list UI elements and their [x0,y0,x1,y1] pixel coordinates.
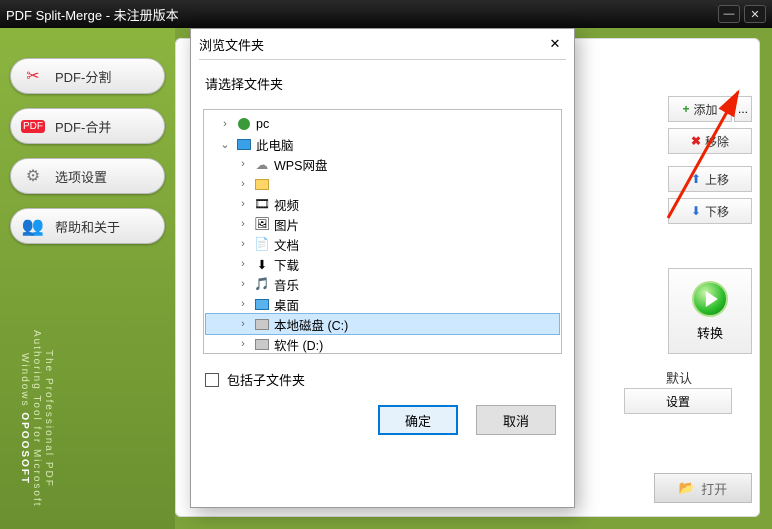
tree-node[interactable]: › ☁WPS网盘 [206,154,559,174]
folder-icon [254,176,270,192]
sidebar: ✂ PDF-分割 PDF PDF-合并 ⚙ 选项设置 👥 帮助和关于 The P… [0,28,175,529]
tree-node-label: 图片 [274,215,299,234]
disk-icon [254,336,270,352]
tree-node-label: pc [256,117,269,131]
convert-button[interactable]: 转换 [668,268,752,354]
minimize-button[interactable]: — [718,5,740,23]
tree-node-label: 文档 [274,235,299,254]
include-subfolders-row[interactable]: 包括子文件夹 [191,354,574,393]
add-more-button[interactable]: ... [734,96,752,122]
scissors-icon: ✂ [21,64,45,88]
sidebar-branding: The Professional PDF Authoring Tool for … [18,319,54,519]
arrow-down-icon: ⬇ [691,204,701,218]
sidebar-item-label: PDF-合并 [55,117,111,136]
checkbox-icon[interactable] [205,373,219,387]
expand-icon[interactable]: › [236,298,250,310]
open-button[interactable]: 📂 打开 [654,473,752,503]
sidebar-item-label: 选项设置 [55,167,107,186]
tree-node-label: 下载 [274,255,299,274]
expand-icon[interactable]: › [236,238,250,250]
tree-node-label: 桌面 [274,295,299,314]
tree-node[interactable]: › 本地磁盘 (C:) [206,314,559,334]
ok-button[interactable]: 确定 [378,405,458,435]
x-icon: ✖ [691,134,701,148]
titlebar: PDF Split-Merge - 未注册版本 — ✕ [0,0,772,28]
tree-node[interactable]: › 桌面 [206,294,559,314]
desktop-icon [254,296,270,312]
plus-icon: + [682,102,689,116]
sidebar-item-label: 帮助和关于 [55,217,120,236]
tree-node-label: 视频 [274,195,299,214]
music-icon: 🎵 [254,276,270,292]
sidebar-item-options[interactable]: ⚙ 选项设置 [10,158,165,194]
download-icon: ⬇ [254,256,270,272]
browse-folder-dialog: 浏览文件夹 ✕ 请选择文件夹 › pc ⌄ 此电脑 › ☁WPS网盘 › › 🎞视频 › 🖼图片 › 📄… [190,28,575,508]
expand-icon[interactable]: ⌄ [218,138,232,151]
dialog-prompt: 请选择文件夹 [191,60,574,101]
dialog-footer: 确定 取消 [191,393,574,451]
tree-node[interactable]: › 📄文档 [206,234,559,254]
gear-icon: ⚙ [21,164,45,188]
dialog-close-button[interactable]: ✕ [544,33,566,55]
cloud-icon: ☁ [254,156,270,172]
expand-icon[interactable]: › [236,158,250,170]
settings-button[interactable]: 设置 [624,388,732,414]
expand-icon[interactable]: › [218,118,232,130]
tree-node[interactable]: › 软件 (D:) [206,334,559,354]
expand-icon[interactable]: › [236,218,250,230]
sidebar-item-label: PDF-分割 [55,67,111,86]
dialog-title: 浏览文件夹 [199,35,544,54]
merge-icon: PDF [21,114,45,138]
folder-icon: 📂 [679,480,695,496]
tree-node[interactable]: › 🎵音乐 [206,274,559,294]
cancel-button[interactable]: 取消 [476,405,556,435]
image-icon: 🖼 [254,216,270,232]
tree-node-label: 音乐 [274,275,299,294]
help-icon: 👥 [21,214,45,238]
monitor-icon [236,136,252,152]
add-button[interactable]: + 添加 [668,96,732,122]
dialog-titlebar: 浏览文件夹 ✕ [191,29,574,59]
folder-tree[interactable]: › pc ⌄ 此电脑 › ☁WPS网盘 › › 🎞视频 › 🖼图片 › 📄文档 › ⬇下载 › 🎵音乐 › 桌面 › 本… [203,109,562,354]
sidebar-item-merge[interactable]: PDF PDF-合并 [10,108,165,144]
tree-node-label: 此电脑 [256,135,294,154]
expand-icon[interactable]: › [236,338,250,350]
close-button[interactable]: ✕ [744,5,766,23]
doc-icon: 📄 [254,236,270,252]
tree-node-label: WPS网盘 [274,155,327,174]
expand-icon[interactable]: › [236,198,250,210]
disk-icon [254,316,270,332]
move-up-button[interactable]: ⬆ 上移 [668,166,752,192]
arrow-up-icon: ⬆ [691,172,701,186]
tree-node[interactable]: › 🖼图片 [206,214,559,234]
expand-icon[interactable]: › [236,258,250,270]
expand-icon[interactable]: › [236,278,250,290]
remove-button[interactable]: ✖ 移除 [668,128,752,154]
include-subfolders-label: 包括子文件夹 [227,370,305,389]
tree-node[interactable]: › 🎞视频 [206,194,559,214]
tree-node[interactable]: › pc [206,114,559,134]
tree-node[interactable]: › ⬇下载 [206,254,559,274]
tree-node-label: 软件 (D:) [274,335,323,354]
sidebar-item-help[interactable]: 👥 帮助和关于 [10,208,165,244]
move-down-button[interactable]: ⬇ 下移 [668,198,752,224]
default-label: 默认 [666,368,692,387]
tree-node[interactable]: ⌄ 此电脑 [206,134,559,154]
tree-node-label: 本地磁盘 (C:) [274,315,348,334]
user-icon [236,116,252,132]
sidebar-item-split[interactable]: ✂ PDF-分割 [10,58,165,94]
tree-node[interactable]: › [206,174,559,194]
video-icon: 🎞 [254,196,270,212]
play-icon [692,281,728,317]
window-title: PDF Split-Merge - 未注册版本 [6,5,714,24]
expand-icon[interactable]: › [236,178,250,190]
expand-icon[interactable]: › [236,318,250,330]
